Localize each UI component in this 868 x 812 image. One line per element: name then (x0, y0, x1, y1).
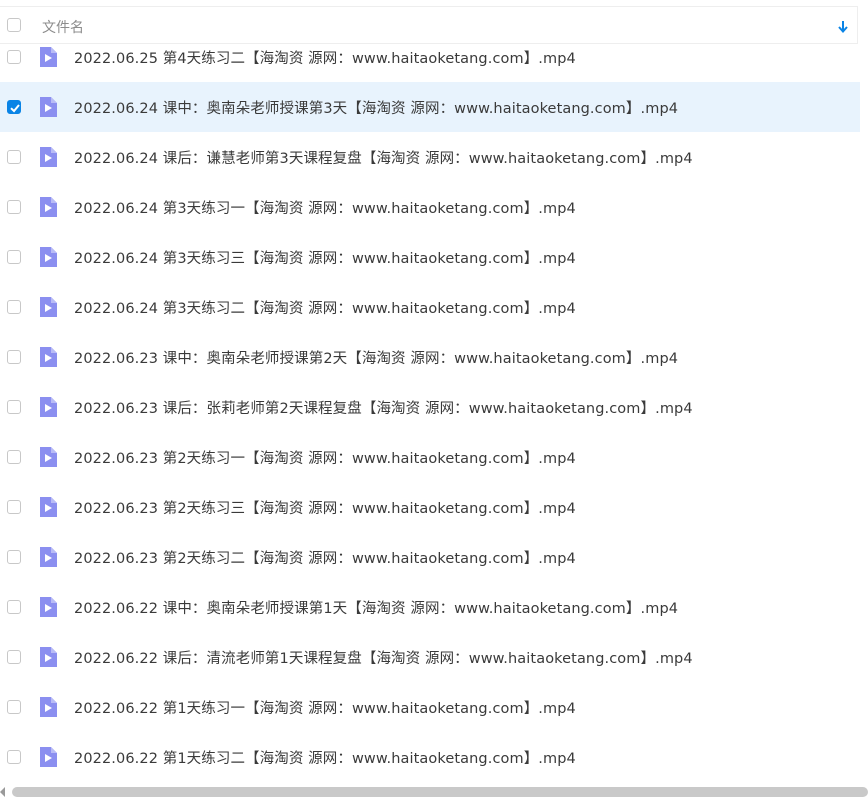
row-checkbox[interactable] (7, 150, 21, 164)
video-file-icon (38, 596, 58, 618)
row-checkbox-checked[interactable] (7, 100, 21, 114)
file-name[interactable]: 2022.06.22 第1天练习一【海淘资 源网：www.haitaoketan… (74, 697, 576, 718)
video-file-icon (38, 96, 58, 118)
file-name[interactable]: 2022.06.22 课后：清流老师第1天课程复盘【海淘资 源网：www.hai… (74, 647, 693, 668)
file-row[interactable]: 2022.06.22 课后：清流老师第1天课程复盘【海淘资 源网：www.hai… (0, 632, 860, 682)
video-file-icon (38, 696, 58, 718)
file-name[interactable]: 2022.06.23 第2天练习三【海淘资 源网：www.haitaoketan… (74, 497, 576, 518)
video-file-icon (38, 646, 58, 668)
video-file-icon (38, 346, 58, 368)
file-name[interactable]: 2022.06.22 课中：奥南朵老师授课第1天【海淘资 源网：www.hait… (74, 597, 678, 618)
file-name[interactable]: 2022.06.24 课后：谦慧老师第3天课程复盘【海淘资 源网：www.hai… (74, 147, 693, 168)
column-header-filename[interactable]: 文件名 (42, 17, 84, 37)
file-row[interactable]: 2022.06.24 第3天练习二【海淘资 源网：www.haitaoketan… (0, 282, 860, 332)
video-file-icon (38, 146, 58, 168)
video-file-icon (38, 246, 58, 268)
file-list: 2022.06.25 第4天练习二【海淘资 源网：www.haitaoketan… (0, 32, 868, 782)
file-name[interactable]: 2022.06.23 课后：张莉老师第2天课程复盘【海淘资 源网：www.hai… (74, 397, 693, 418)
row-checkbox[interactable] (7, 50, 21, 64)
video-file-icon (38, 446, 58, 468)
file-name[interactable]: 2022.06.23 课中：奥南朵老师授课第2天【海淘资 源网：www.hait… (74, 347, 678, 368)
file-row[interactable]: 2022.06.23 第2天练习三【海淘资 源网：www.haitaoketan… (0, 482, 860, 532)
file-row[interactable]: 2022.06.22 第1天练习一【海淘资 源网：www.haitaoketan… (0, 682, 860, 732)
arrow-down-icon[interactable] (836, 19, 850, 35)
file-name[interactable]: 2022.06.23 第2天练习二【海淘资 源网：www.haitaoketan… (74, 547, 576, 568)
video-file-icon (38, 496, 58, 518)
row-checkbox[interactable] (7, 550, 21, 564)
row-checkbox[interactable] (7, 350, 21, 364)
list-header: 文件名 (0, 6, 858, 44)
row-checkbox[interactable] (7, 200, 21, 214)
file-name[interactable]: 2022.06.24 第3天练习二【海淘资 源网：www.haitaoketan… (74, 297, 576, 318)
row-checkbox[interactable] (7, 650, 21, 664)
checkmark-icon (10, 104, 20, 113)
row-checkbox[interactable] (7, 500, 21, 514)
video-file-icon (38, 396, 58, 418)
video-file-icon (38, 746, 58, 768)
row-checkbox[interactable] (7, 450, 21, 464)
scroll-thumb[interactable] (12, 787, 868, 797)
file-list-panel: 2022.06.25 第4天练习二【海淘资 源网：www.haitaoketan… (0, 0, 868, 812)
file-name[interactable]: 2022.06.24 第3天练习一【海淘资 源网：www.haitaoketan… (74, 197, 576, 218)
video-file-icon (38, 196, 58, 218)
file-row[interactable]: 2022.06.23 课中：奥南朵老师授课第2天【海淘资 源网：www.hait… (0, 332, 860, 382)
file-row[interactable]: 2022.06.24 课中：奥南朵老师授课第3天【海淘资 源网：www.hait… (0, 82, 860, 132)
file-row[interactable]: 2022.06.23 第2天练习二【海淘资 源网：www.haitaoketan… (0, 532, 860, 582)
video-file-icon (38, 546, 58, 568)
row-checkbox[interactable] (7, 400, 21, 414)
file-row[interactable]: 2022.06.24 第3天练习三【海淘资 源网：www.haitaoketan… (0, 232, 860, 282)
file-row[interactable]: 2022.06.24 第3天练习一【海淘资 源网：www.haitaoketan… (0, 182, 860, 232)
row-checkbox[interactable] (7, 300, 21, 314)
file-row[interactable]: 2022.06.22 第1天练习二【海淘资 源网：www.haitaoketan… (0, 732, 860, 782)
file-row[interactable]: 2022.06.23 第2天练习一【海淘资 源网：www.haitaoketan… (0, 432, 860, 482)
file-name[interactable]: 2022.06.25 第4天练习二【海淘资 源网：www.haitaoketan… (74, 47, 576, 68)
file-row[interactable]: 2022.06.24 课后：谦慧老师第3天课程复盘【海淘资 源网：www.hai… (0, 132, 860, 182)
row-checkbox[interactable] (7, 250, 21, 264)
file-name[interactable]: 2022.06.22 第1天练习二【海淘资 源网：www.haitaoketan… (74, 747, 576, 768)
video-file-icon (38, 46, 58, 68)
scroll-left-arrow-icon[interactable] (0, 787, 5, 797)
horizontal-scrollbar[interactable] (0, 785, 868, 799)
select-all-checkbox[interactable] (7, 18, 21, 32)
file-row[interactable]: 2022.06.22 课中：奥南朵老师授课第1天【海淘资 源网：www.hait… (0, 582, 860, 632)
file-name[interactable]: 2022.06.24 第3天练习三【海淘资 源网：www.haitaoketan… (74, 247, 576, 268)
row-checkbox[interactable] (7, 700, 21, 714)
row-checkbox[interactable] (7, 600, 21, 614)
video-file-icon (38, 296, 58, 318)
row-checkbox[interactable] (7, 750, 21, 764)
file-row[interactable]: 2022.06.23 课后：张莉老师第2天课程复盘【海淘资 源网：www.hai… (0, 382, 860, 432)
file-name[interactable]: 2022.06.23 第2天练习一【海淘资 源网：www.haitaoketan… (74, 447, 576, 468)
file-name[interactable]: 2022.06.24 课中：奥南朵老师授课第3天【海淘资 源网：www.hait… (74, 97, 678, 118)
